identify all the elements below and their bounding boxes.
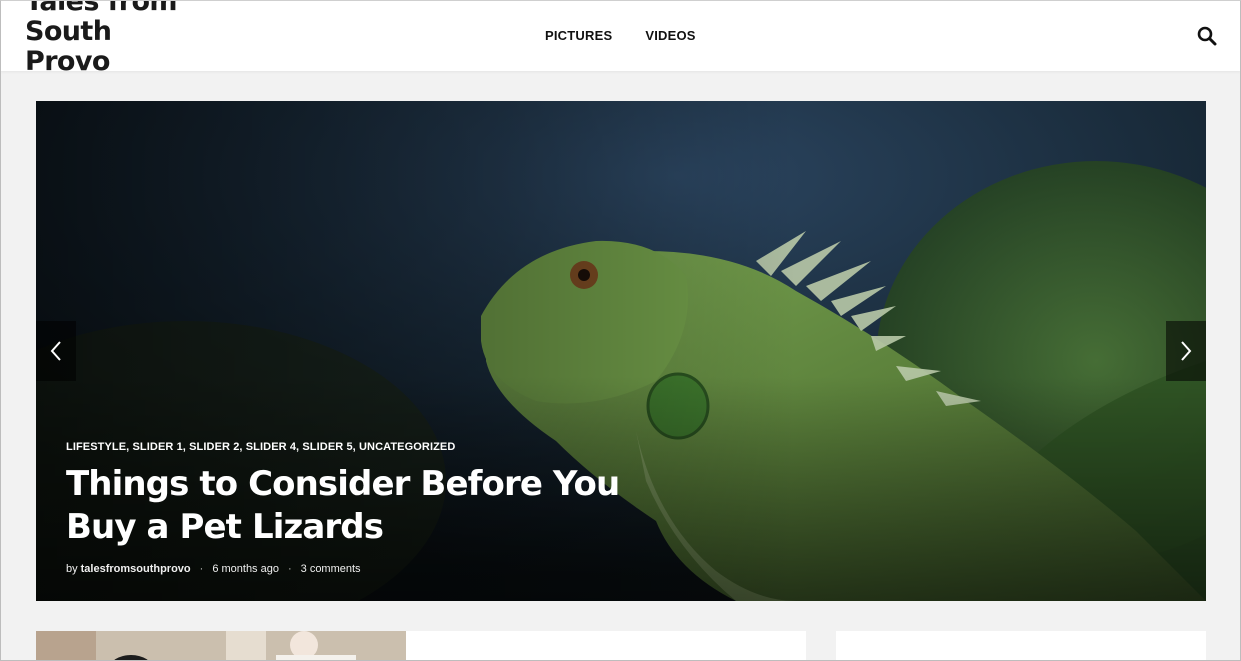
- chevron-right-icon: [1181, 341, 1192, 361]
- search-icon[interactable]: [1197, 26, 1217, 46]
- chevron-left-icon: [50, 341, 61, 361]
- post-date: 6 months ago: [212, 563, 279, 575]
- by-label: by: [66, 563, 78, 575]
- post-meta: by talesfromsouthprovo · 6 months ago · …: [66, 563, 666, 575]
- meta-separator: ·: [199, 563, 204, 575]
- logo-line-1: Tales from: [25, 0, 178, 17]
- meta-separator: ·: [287, 563, 292, 575]
- slider-next-button[interactable]: [1166, 321, 1206, 381]
- post-card[interactable]: [836, 631, 1206, 661]
- main-nav: PICTURES VIDEOS: [545, 28, 696, 43]
- post-card-thumbnail[interactable]: [36, 631, 406, 661]
- post-title[interactable]: Things to Consider Before You Buy a Pet …: [66, 463, 646, 549]
- post-categories[interactable]: LIFESTYLE, SLIDER 1, SLIDER 2, SLIDER 4,…: [66, 441, 666, 453]
- site-header: Tales from South Provo PICTURES VIDEOS: [0, 0, 1241, 77]
- post-author-link[interactable]: talesfromsouthprovo: [81, 563, 191, 575]
- slide-caption: LIFESTYLE, SLIDER 1, SLIDER 2, SLIDER 4,…: [66, 441, 666, 575]
- featured-slider[interactable]: LIFESTYLE, SLIDER 1, SLIDER 2, SLIDER 4,…: [36, 101, 1206, 601]
- post-comments-link[interactable]: 3 comments: [301, 563, 361, 575]
- nav-item-pictures[interactable]: PICTURES: [545, 28, 612, 43]
- nav-item-videos[interactable]: VIDEOS: [645, 28, 695, 43]
- slider-prev-button[interactable]: [36, 321, 76, 381]
- site-logo[interactable]: Tales from South Provo: [25, 0, 195, 77]
- logo-line-2: South: [25, 16, 112, 47]
- logo-line-3: Provo: [25, 46, 110, 77]
